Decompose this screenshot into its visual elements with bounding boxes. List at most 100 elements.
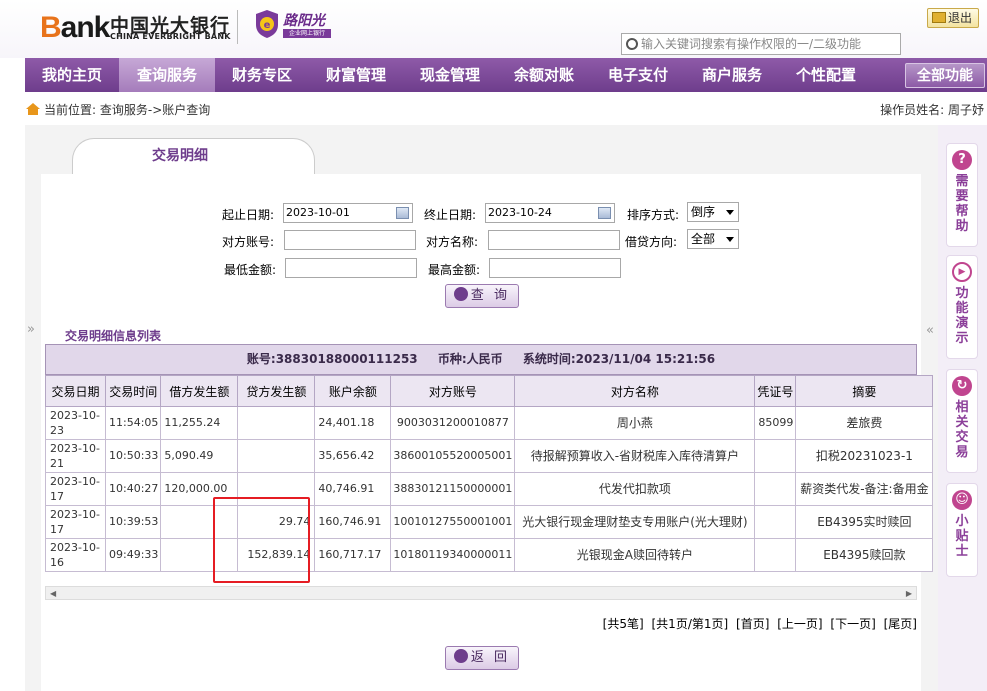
list-title: 交易明细信息列表 [65,329,162,343]
logout-button[interactable]: 退出 [927,8,979,28]
cell-counter-name: 光银现金A赎回待转户 [514,538,756,572]
sort-select[interactable]: 倒序 [687,202,739,222]
counter-name-input[interactable] [488,230,620,250]
tips-button[interactable]: ☺ 小贴士 [946,483,978,577]
table-row: 2023-10-17 10:40:27 120,000.00 40,746.91… [45,472,934,506]
help-button[interactable]: ? 需要帮助 [946,143,978,247]
end-date-input[interactable]: 2023-10-24 [485,203,615,223]
collapse-right-icon[interactable]: « [926,323,934,338]
direction-select[interactable]: 全部 [687,229,739,249]
cell-voucher: 85099 [754,406,797,440]
nav-item-home[interactable]: 我的主页 [25,58,119,92]
calendar-icon[interactable] [598,207,611,219]
bank-name-en: CHINA EVERBRIGHT BANK [110,32,231,41]
cell-time: 11:54:05 [104,406,162,440]
header: Bank 中国光大银行 CHINA EVERBRIGHT BANK e 路阳光 … [0,0,987,58]
breadcrumb: 当前位置: 查询服务->账户查询 [26,100,210,120]
cell-counter-account: 38830121150000001 [390,472,516,506]
start-date-input[interactable]: 2023-10-01 [283,203,413,223]
pagination: [共5笔] [共1页/第1页] [首页] [上一页] [下一页] [尾页] [599,615,917,632]
pager-first[interactable]: [首页] [736,617,769,631]
start-date-value: 2023-10-01 [286,206,350,219]
nav-item-query[interactable]: 查询服务 [119,58,215,92]
counter-account-input[interactable] [284,230,416,250]
cell-time: 10:50:33 [104,439,162,473]
sort-label: 排序方式: [627,208,680,222]
pager-prev[interactable]: [上一页] [777,617,822,631]
cell-counter-name: 代发代扣款项 [514,472,756,506]
related-transactions-button[interactable]: ↻ 相关交易 [946,369,978,473]
pager-last[interactable]: [尾页] [884,617,917,631]
cell-balance: 160,746.91 [314,505,392,539]
table-row: 2023-10-16 09:49:33 152,839.14 160,717.1… [45,538,934,572]
col-debit-header: 借方发生额 [160,375,239,407]
transaction-table: 交易日期 交易时间 借方发生额 贷方发生额 账户余额 对方账号 对方名称 凭证号… [45,375,934,572]
expand-left-icon[interactable]: » [27,322,35,337]
cell-balance: 35,656.42 [314,439,392,473]
pager-pages: [共1页/第1页] [651,617,729,631]
max-amount-input[interactable] [489,258,621,278]
cell-credit [237,439,316,473]
cell-counter-account: 9003031200010877 [390,406,516,440]
cell-counter-account: 10180119340000011 [390,538,516,572]
horizontal-scrollbar[interactable]: ◀ ▶ [45,586,917,600]
back-label: 返 回 [470,650,511,665]
table-row: 2023-10-21 10:50:33 5,090.49 35,656.42 3… [45,439,934,473]
system-time: 系统时间:2023/11/04 15:21:56 [522,352,716,366]
account-info-bar: 账号:38830188000111253 币种:人民币 系统时间:2023/11… [45,344,917,375]
cell-date: 2023-10-21 [45,439,106,473]
table-row: 2023-10-23 11:54:05 11,255.24 24,401.18 … [45,406,934,440]
end-date-value: 2023-10-24 [488,206,552,219]
search-placeholder: 输入关键词搜索有操作权限的一/二级功能 [641,37,862,51]
nav-item-cash[interactable]: 现金管理 [403,58,497,92]
cell-memo: EB4395赎回款 [795,538,934,572]
all-functions-button[interactable]: 全部功能 [905,63,985,88]
query-button[interactable]: 查 询 [445,284,519,308]
cell-voucher [754,505,797,539]
col-memo-header: 摘要 [795,375,934,407]
cell-balance: 24,401.18 [314,406,392,440]
chevron-down-icon [726,237,734,242]
cell-date: 2023-10-16 [45,538,106,572]
globe-search-icon [453,287,468,301]
col-counter-account-header: 对方账号 [390,375,516,407]
main-nav: 我的主页 查询服务 财务专区 财富管理 现金管理 余额对账 电子支付 商户服务 … [25,58,987,92]
back-button[interactable]: 返 回 [445,646,519,670]
query-label: 查 询 [470,288,511,303]
product-name: 路阳光 [283,13,325,29]
calendar-icon[interactable] [396,207,409,219]
cell-counter-account: 38600105520005001 [390,439,516,473]
related-label: 相关交易 [955,400,969,460]
min-amount-input[interactable] [285,258,417,278]
highlight-box [213,497,310,583]
cell-voucher [754,472,797,506]
tab-title: 交易明细 [152,148,208,164]
home-icon [26,103,40,115]
nav-item-epay[interactable]: 电子支付 [591,58,685,92]
product-logo-icon: e [256,10,278,38]
nav-item-merchant[interactable]: 商户服务 [685,58,779,92]
logout-label: 退出 [948,11,973,25]
direction-label: 借贷方向: [625,235,678,249]
cell-time: 09:49:33 [104,538,162,572]
cell-counter-name: 光大银行现金理财垫支专用账户(光大理财) [514,505,756,539]
help-label: 需要帮助 [955,174,969,234]
col-time-header: 交易时间 [104,375,162,407]
cell-credit [237,406,316,440]
nav-item-finance[interactable]: 财务专区 [215,58,309,92]
nav-item-personal[interactable]: 个性配置 [779,58,873,92]
scroll-left-icon[interactable]: ◀ [50,589,56,598]
search-input[interactable]: 输入关键词搜索有操作权限的一/二级功能 [621,33,901,55]
scroll-right-icon[interactable]: ▶ [906,589,912,598]
cell-time: 10:39:53 [104,505,162,539]
start-date-label: 起止日期: [222,208,275,222]
min-amount-label: 最低金额: [224,263,277,277]
nav-item-wealth[interactable]: 财富管理 [309,58,403,92]
pager-next[interactable]: [下一页] [830,617,875,631]
cell-memo: 差旅费 [795,406,934,440]
chevron-down-icon [726,210,734,215]
cell-memo: 扣税20231023-1 [795,439,934,473]
nav-item-reconcile[interactable]: 余额对账 [497,58,591,92]
demo-button[interactable]: ▶ 功能演示 [946,255,978,359]
cell-date: 2023-10-17 [45,505,106,539]
